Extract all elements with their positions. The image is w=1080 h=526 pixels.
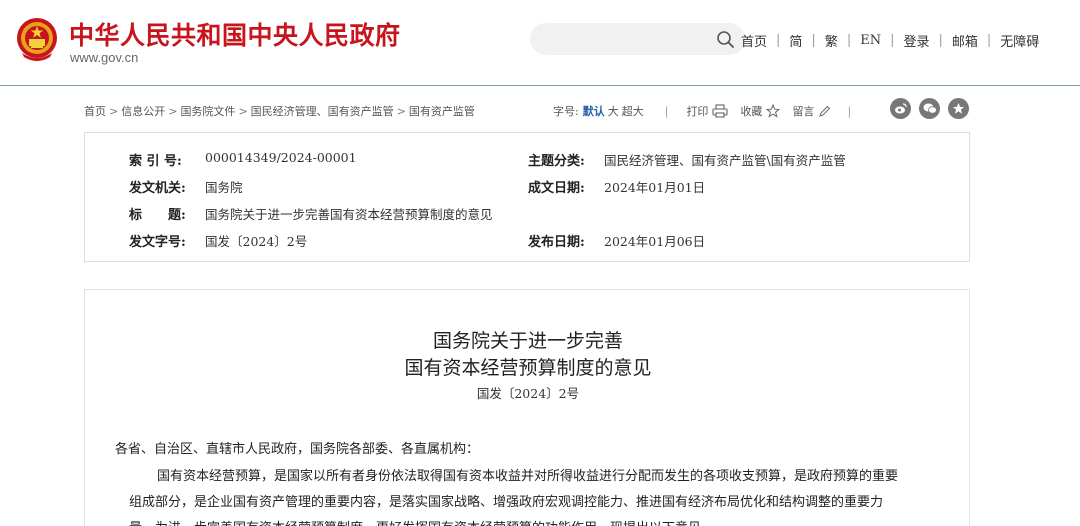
nav-home-link[interactable]: 首页 — [741, 31, 767, 50]
breadcrumb-separator: > — [238, 105, 248, 118]
pencil-icon — [819, 105, 831, 117]
font-size-label: 字号: — [553, 105, 579, 118]
article-paragraph-line: 量。为进一步完善国有资本经营预算制度，更好发挥国有资本经营预算的功能作用，现提出… — [129, 517, 714, 526]
divider: | — [847, 104, 852, 118]
article-salutation: 各省、自治区、直辖市人民政府，国务院各部委、各直属机构： — [115, 442, 480, 457]
font-default-button[interactable]: 默认 — [583, 103, 605, 119]
divider: | — [986, 33, 992, 48]
wechat-icon[interactable] — [919, 98, 940, 119]
nav-mailbox-link[interactable]: 邮箱 — [952, 31, 978, 50]
search-input[interactable] — [530, 23, 745, 55]
top-nav: 首页 | 简 | 繁 | EN | 登录 | 邮箱 | 无障碍 — [741, 31, 1039, 50]
article-paragraph-line: 国有资本经营预算，是国家以所有者身份依法取得国有资本收益并对所得收益进行分配而发… — [157, 469, 899, 484]
font-large-button[interactable]: 大 — [608, 103, 619, 119]
index-value: 000014349/2024-00001 — [205, 150, 357, 165]
nav-english-link[interactable]: EN — [860, 33, 881, 48]
divider: | — [890, 33, 895, 48]
breadcrumb-separator: > — [396, 105, 406, 118]
breadcrumb-bar: 首页 > 信息公开 > 国务院文件 > 国民经济管理、国有资产监管 > 国有资产监管 字号: 默… — [84, 98, 977, 120]
favorite-label: 收藏 — [740, 105, 763, 118]
site-url: www.gov.cn — [70, 50, 139, 65]
document-meta-box: 索 引 号: 000014349/2024-00001 主题分类: 国民经济管理… — [84, 132, 970, 262]
topic-label: 主题分类: — [528, 154, 585, 169]
print-button[interactable]: 打印 — [686, 103, 728, 119]
index-label: 索 引 号: — [129, 154, 182, 169]
print-label: 打印 — [686, 105, 709, 118]
doc-number-value: 国发〔2024〕2号 — [205, 234, 308, 249]
title-value: 国务院关于进一步完善国有资本经营预算制度的意见 — [205, 207, 493, 222]
breadcrumb-economy[interactable]: 国民经济管理、国有资产监管 — [251, 105, 394, 118]
divider: | — [664, 104, 669, 118]
nav-accessibility-link[interactable]: 无障碍 — [1000, 31, 1039, 50]
title-label: 标 题: — [129, 208, 186, 223]
search-icon[interactable] — [716, 30, 735, 49]
article-paragraph-line: 组成部分，是企业国有资产管理的重要内容，是落实国家战略、增强政府宏观调控能力、推… — [129, 495, 884, 510]
divider: | — [938, 33, 943, 48]
favorite-button[interactable]: 收藏 — [740, 103, 781, 119]
doc-number-label: 发文字号: — [129, 235, 186, 250]
site-header: 中华人民共和国中央人民政府 www.gov.cn 首页 | 简 | 繁 | EN | 登… — [0, 0, 1080, 86]
article-title-line-1: 国务院关于进一步完善 — [432, 330, 623, 352]
topic-value: 国民经济管理、国有资产监管\国有资产监管 — [604, 153, 846, 168]
breadcrumb-state-assets[interactable]: 国有资产监管 — [409, 105, 475, 118]
written-date-label: 成文日期: — [528, 181, 585, 196]
divider: | — [811, 33, 816, 48]
published-date-value: 2024年01月06日 — [604, 234, 706, 249]
star-icon — [766, 104, 781, 118]
font-xlarge-button[interactable]: 超大 — [622, 103, 644, 119]
article-body: 国务院关于进一步完善 国有资本经营预算制度的意见 国发〔2024〕2号 各省、自… — [84, 289, 970, 526]
comment-label: 留言 — [792, 105, 815, 118]
article-title-line-2: 国有资本经营预算制度的意见 — [404, 357, 652, 379]
site-title[interactable]: 中华人民共和国中央人民政府 — [69, 16, 401, 52]
issuer-value: 国务院 — [205, 180, 243, 195]
nav-traditional-link[interactable]: 繁 — [825, 31, 838, 50]
breadcrumb: 首页 > 信息公开 > 国务院文件 > 国民经济管理、国有资产监管 > 国有资产监管 — [84, 103, 475, 119]
article-tools: 字号: 默认 大 超大 | 打印 收藏 留言 | — [553, 103, 869, 119]
printer-icon — [712, 104, 728, 118]
nav-login-link[interactable]: 登录 — [903, 31, 929, 50]
breadcrumb-separator: > — [168, 105, 178, 118]
qzone-star-icon[interactable] — [948, 98, 969, 119]
comment-button[interactable]: 留言 — [792, 103, 831, 119]
published-date-label: 发布日期: — [528, 235, 585, 250]
article-doc-number: 国发〔2024〕2号 — [476, 386, 580, 401]
breadcrumb-home[interactable]: 首页 — [84, 105, 106, 118]
weibo-icon[interactable] — [890, 98, 911, 119]
issuer-label: 发文机关: — [129, 181, 186, 196]
divider: | — [776, 33, 781, 48]
written-date-value: 2024年01月01日 — [604, 180, 706, 195]
divider: | — [846, 33, 852, 48]
breadcrumb-separator: > — [109, 105, 119, 118]
nav-simplified-link[interactable]: 简 — [789, 31, 802, 50]
national-emblem-icon[interactable] — [16, 17, 58, 61]
breadcrumb-state-council-docs[interactable]: 国务院文件 — [180, 105, 235, 118]
breadcrumb-info-public[interactable]: 信息公开 — [121, 105, 165, 118]
share-buttons — [890, 98, 977, 119]
